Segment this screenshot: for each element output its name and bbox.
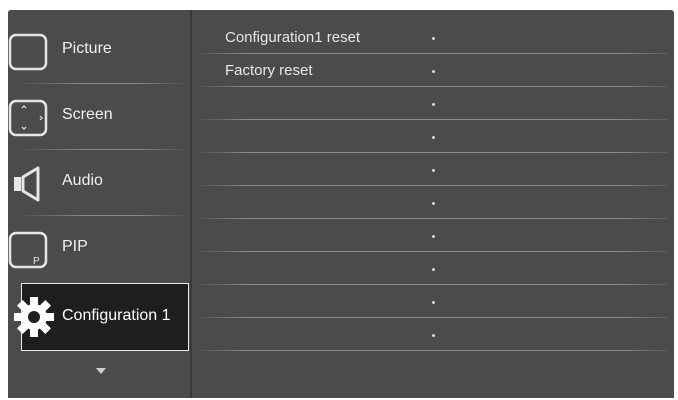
sidebar-item-configuration-1[interactable]: Configuration 1 [14, 283, 189, 351]
sidebar-item-label: Audio [62, 172, 103, 189]
list-item[interactable]: Configuration1 reset [192, 21, 674, 54]
bullet-icon [432, 136, 435, 139]
bullet-icon [432, 301, 435, 304]
pip-icon: P [8, 230, 48, 275]
svg-text:P: P [33, 256, 40, 267]
bullet-icon [432, 268, 435, 271]
chevron-down-icon[interactable] [96, 368, 106, 374]
picture-icon [8, 32, 48, 77]
bullet-icon [432, 334, 435, 337]
list-item[interactable] [192, 318, 674, 351]
sidebar-item-label: Screen [62, 106, 113, 123]
sidebar-item-label: Configuration 1 [62, 307, 171, 324]
list-item[interactable] [192, 252, 674, 285]
sidebar-item-picture[interactable]: Picture [8, 18, 190, 84]
list-item-label: Configuration1 reset [225, 29, 361, 46]
osd-menu: Picture Screen Audio P PIP Configuration… [8, 10, 674, 398]
bullet-icon [432, 37, 435, 40]
submenu-list: Configuration1 reset Factory reset [192, 10, 674, 398]
bullet-icon [432, 235, 435, 238]
bullet-icon [432, 103, 435, 106]
sidebar-item-label: Picture [62, 40, 112, 57]
list-item[interactable] [192, 186, 674, 219]
bullet-icon [432, 202, 435, 205]
bullet-icon [432, 169, 435, 172]
gear-icon [12, 294, 56, 345]
list-item-label: Factory reset [225, 62, 313, 79]
divider [200, 350, 668, 351]
sidebar-item-label: PIP [62, 238, 88, 255]
speaker-icon [8, 164, 48, 209]
list-item[interactable] [192, 285, 674, 318]
sidebar-item-screen[interactable]: Screen [8, 84, 190, 150]
bullet-icon [432, 70, 435, 73]
list-item[interactable] [192, 87, 674, 120]
list-item[interactable] [192, 219, 674, 252]
screen-icon [8, 98, 48, 143]
sidebar: Picture Screen Audio P PIP Configuration… [8, 10, 190, 398]
list-item[interactable] [192, 120, 674, 153]
sidebar-item-pip[interactable]: P PIP [8, 216, 190, 282]
list-item[interactable]: Factory reset [192, 54, 674, 87]
sidebar-item-audio[interactable]: Audio [8, 150, 190, 216]
list-item[interactable] [192, 153, 674, 186]
